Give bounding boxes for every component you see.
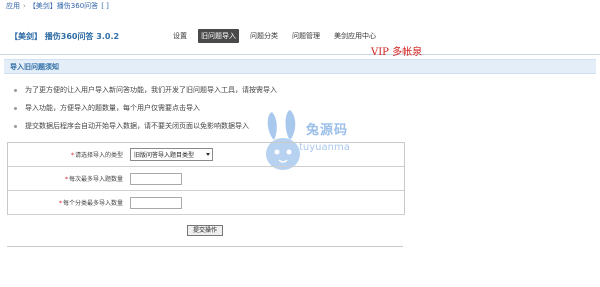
max-per-category-input[interactable] [130, 196, 182, 209]
field-label: *请选择导入的类型 [70, 152, 123, 159]
bullet-icon [14, 88, 17, 92]
note-text: 提交数据后程序会自动开始导入数据，请不要关闭页面以免影响数据导入 [25, 122, 249, 130]
list-item: 提交数据后程序会自动开始导入数据，请不要关闭页面以免影响数据导入 [14, 117, 584, 135]
required-icon: * [70, 152, 74, 159]
field-container: 旧版问答导入题目类型 [130, 148, 404, 161]
import-type-select[interactable]: 旧版问答导入题目类型 [130, 148, 213, 161]
breadcrumb-item-extra[interactable]: [ ] [101, 2, 109, 10]
nav-item-question-categories[interactable]: 问题分类 [247, 29, 281, 43]
bullet-icon [14, 124, 17, 128]
breadcrumb: 应用 › 【美剑】播伤360问答 [ ] [6, 1, 109, 11]
breadcrumb-item-plugin[interactable]: 【美剑】播伤360问答 [29, 1, 98, 11]
nav-item-import-old-questions[interactable]: 旧问题导入 [198, 29, 239, 43]
field-label: *每次最多导入题数量 [64, 176, 123, 183]
header: 【美剑】 播伤360问答 3.0.2 设置 旧问题导入 问题分类 问题管理 美剑… [0, 12, 600, 58]
nav-item-app-center[interactable]: 美剑应用中心 [331, 29, 379, 43]
list-item: 为了更方便的让入用户导入新问答功能，我们开发了旧问题导入工具，请按需导入 [14, 81, 584, 99]
required-icon: * [58, 200, 62, 207]
import-type-select-value: 旧版问答导入题目类型 [134, 152, 195, 159]
required-icon: * [64, 176, 68, 183]
app-title: 【美剑】 播伤360问答 3.0.2 [10, 32, 120, 41]
form-row-max-per-import: *每次最多导入题数量 [8, 167, 404, 191]
form-row-import-type: *请选择导入的类型 旧版问答导入题目类型 [8, 143, 404, 167]
notes-list: 为了更方便的让入用户导入新问答功能，我们开发了旧问题导入工具，请按需导入 导入功… [14, 81, 584, 135]
top-nav: 设置 旧问题导入 问题分类 问题管理 美剑应用中心 [170, 29, 379, 43]
bullet-icon [14, 106, 17, 110]
list-item: 导入功能，方便导入的题数量，每个用户仅需要点击导入 [14, 99, 584, 117]
note-text: 为了更方便的让入用户导入新问答功能，我们开发了旧问题导入工具，请按需导入 [25, 86, 277, 94]
breadcrumb-item-apps[interactable]: 应用 [6, 1, 20, 11]
submit-row: 提交操作 [7, 214, 403, 247]
section-title: 导入旧问题须知 [10, 63, 59, 71]
field-container [130, 196, 404, 209]
nav-item-settings[interactable]: 设置 [170, 29, 190, 43]
breadcrumb-separator-icon: › [23, 2, 26, 10]
section-header: 导入旧问题须知 [4, 59, 596, 74]
vip-label: VIP 多帐泉 [371, 47, 423, 58]
max-per-import-input[interactable] [130, 172, 182, 185]
field-container [130, 172, 404, 185]
submit-button[interactable]: 提交操作 [186, 224, 223, 236]
form-row-max-per-category: *每个分类最多导入数量 [8, 191, 404, 215]
field-label: *每个分类最多导入数量 [58, 200, 123, 207]
import-form: *请选择导入的类型 旧版问答导入题目类型 *每次最多导入题数量 *每个分类最多导… [7, 142, 405, 215]
chevron-down-icon [206, 153, 210, 156]
nav-item-question-management[interactable]: 问题管理 [289, 29, 323, 43]
note-text: 导入功能，方便导入的题数量，每个用户仅需要点击导入 [25, 104, 200, 112]
page: 应用 › 【美剑】播伤360问答 [ ] 【美剑】 播伤360问答 3.0.2 … [0, 0, 600, 287]
